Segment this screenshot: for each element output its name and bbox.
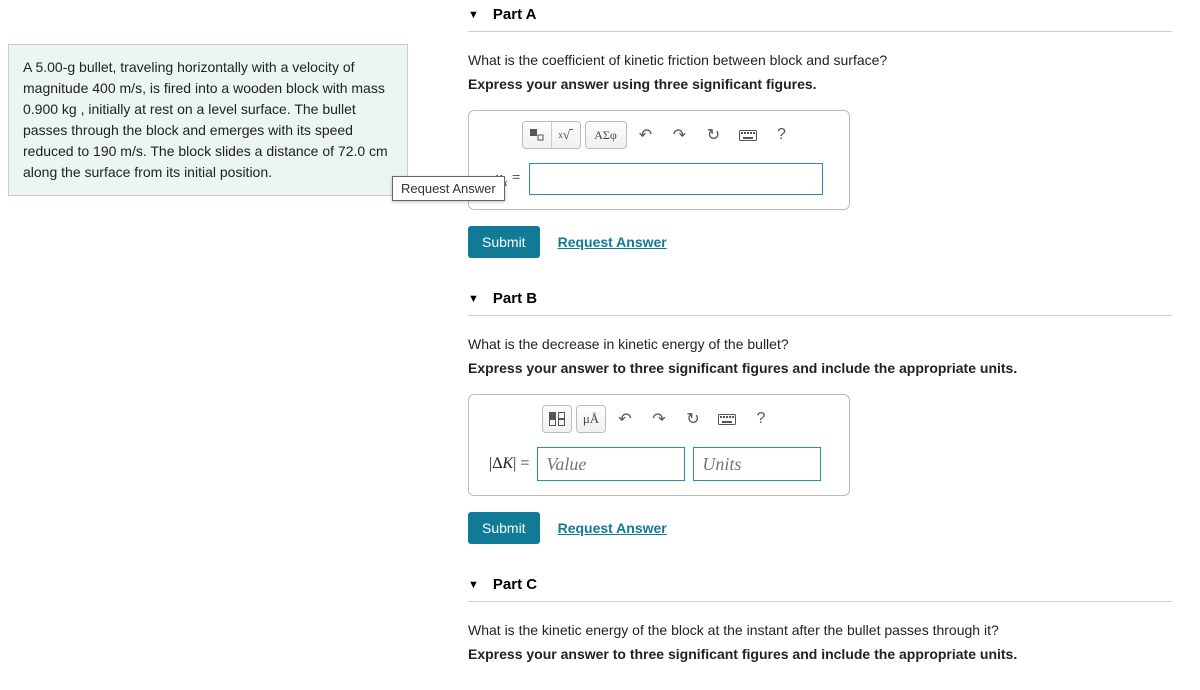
root-icon[interactable]: x√	[552, 122, 580, 148]
part-b-instruction: Express your answer to three significant…	[468, 360, 1172, 376]
part-a-answer-input[interactable]	[529, 163, 823, 195]
help-icon[interactable]: ?	[767, 122, 797, 148]
part-c-question: What is the kinetic energy of the block …	[468, 622, 1172, 638]
help-icon[interactable]: ?	[746, 406, 776, 432]
part-c-instruction: Express your answer to three significant…	[468, 646, 1172, 662]
blocks-icon[interactable]	[543, 406, 571, 432]
part-b-question: What is the decrease in kinetic energy o…	[468, 336, 1172, 352]
part-b-answer-panel: μÅ ↶ ↷ ↻ ? |ΔK| =	[468, 394, 850, 496]
part-a-question: What is the coefficient of kinetic frict…	[468, 52, 1172, 68]
part-c-header[interactable]: ▼ Part C	[468, 574, 1172, 602]
part-b-variable-label: |ΔK| =	[489, 455, 529, 473]
keyboard-icon[interactable]	[733, 122, 763, 148]
part-b: ▼ Part B What is the decrease in kinetic…	[468, 288, 1172, 544]
caret-down-icon: ▼	[468, 579, 479, 591]
redo-icon[interactable]: ↷	[665, 122, 695, 148]
units-symbols-button[interactable]: μÅ	[577, 406, 605, 432]
part-a-request-answer-link[interactable]: Request Answer	[558, 234, 667, 250]
keyboard-icon[interactable]	[712, 406, 742, 432]
part-b-value-input[interactable]	[537, 447, 685, 481]
part-a-submit-button[interactable]: Submit	[468, 226, 540, 258]
part-c-title: Part C	[493, 576, 537, 593]
reset-icon[interactable]: ↻	[699, 122, 729, 148]
part-a: ▼ Part A What is the coefficient of kine…	[468, 4, 1172, 258]
problem-statement: A 5.00-g bullet, traveling horizontally …	[8, 44, 408, 196]
part-a-toolbar: x√ ΑΣφ ↶ ↷ ↻ ?	[479, 121, 839, 149]
part-b-title: Part B	[493, 290, 537, 307]
caret-down-icon: ▼	[468, 9, 479, 21]
part-a-header[interactable]: ▼ Part A	[468, 4, 1172, 32]
request-answer-tooltip: Request Answer	[392, 176, 505, 201]
part-b-toolbar: μÅ ↶ ↷ ↻ ?	[479, 405, 839, 433]
part-a-title: Part A	[493, 6, 537, 23]
undo-icon[interactable]: ↶	[610, 406, 640, 432]
part-a-answer-panel: x√ ΑΣφ ↶ ↷ ↻ ? μk =	[468, 110, 850, 210]
part-b-header[interactable]: ▼ Part B	[468, 288, 1172, 316]
caret-down-icon: ▼	[468, 293, 479, 305]
undo-icon[interactable]: ↶	[631, 122, 661, 148]
part-c: ▼ Part C What is the kinetic energy of t…	[468, 574, 1172, 662]
template-icon[interactable]	[523, 122, 552, 148]
greek-letters-button[interactable]: ΑΣφ	[586, 122, 626, 148]
part-b-units-input[interactable]	[693, 447, 821, 481]
part-b-request-answer-link[interactable]: Request Answer	[558, 520, 667, 536]
part-a-instruction: Express your answer using three signific…	[468, 76, 1172, 92]
reset-icon[interactable]: ↻	[678, 406, 708, 432]
redo-icon[interactable]: ↷	[644, 406, 674, 432]
part-b-submit-button[interactable]: Submit	[468, 512, 540, 544]
